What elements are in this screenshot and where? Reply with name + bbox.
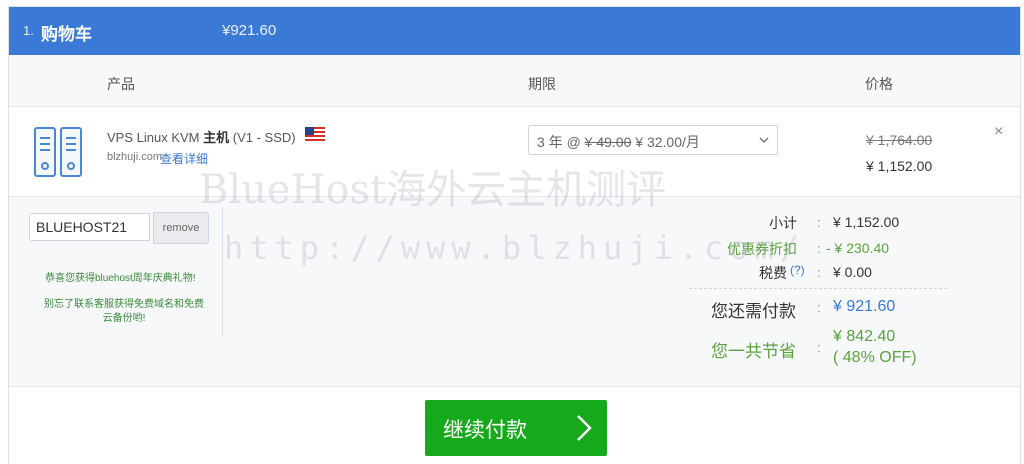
view-details-link[interactable]: 查看详细: [160, 150, 208, 167]
discount-value: - ¥ 230.40: [826, 240, 890, 256]
continue-payment-label: 继续付款: [443, 418, 527, 442]
cart-title: 购物车: [41, 25, 92, 44]
promo-message: 恭喜您获得bluehost周年庆典礼物!: [45, 273, 196, 284]
current-price: ¥ 1,152.00: [866, 158, 933, 174]
totals-separator: [689, 288, 947, 289]
shopping-cart-panel: 1. 购物车 ¥921.60 产品 期限 价格 VPS Linux KVM 主机…: [8, 6, 1021, 464]
continue-payment-button[interactable]: 继续付款: [425, 400, 607, 456]
us-flag-icon: [305, 127, 325, 141]
step-number: 1.: [23, 23, 34, 38]
column-period: 期限: [528, 76, 556, 92]
period-old-price: ¥ 49.00: [584, 134, 632, 150]
summary-divider: [222, 207, 223, 337]
cart-header: 1. 购物车 ¥921.60: [9, 7, 1020, 55]
original-price: ¥ 1,764.00: [866, 132, 933, 148]
amount-due-label: 您还需付款: [711, 302, 796, 321]
product-domain: blzhuji.com: [107, 151, 163, 163]
server-icon: [34, 127, 82, 177]
amount-due-value: ¥ 921.60: [833, 298, 896, 315]
column-price: 价格: [865, 76, 893, 92]
total-saved-value: ¥ 842.40: [833, 328, 896, 345]
tax-value: ¥ 0.00: [833, 264, 872, 280]
column-headers: 产品 期限 价格: [9, 55, 1020, 107]
promo-note: 别忘了联系客服获得免费域名和免费云备份哟!: [44, 299, 204, 324]
tax-help-icon[interactable]: (?): [790, 263, 805, 277]
cart-total: ¥921.60: [222, 22, 277, 39]
colon: :: [817, 215, 821, 230]
product-name: VPS Linux KVM 主机 (V1 - SSD): [107, 130, 296, 145]
colon: :: [817, 340, 821, 355]
subtotal-value: ¥ 1,152.00: [833, 214, 900, 230]
remove-item-close-icon[interactable]: ×: [994, 123, 1003, 141]
tax-label: 税费: [759, 265, 787, 281]
order-summary: remove 恭喜您获得bluehost周年庆典礼物! 别忘了联系客服获得免费域…: [9, 197, 1020, 387]
chevron-down-icon: [759, 137, 769, 144]
discount-label: 优惠券折扣: [727, 241, 797, 257]
remove-coupon-button[interactable]: remove: [153, 212, 209, 244]
colon: :: [817, 300, 821, 315]
colon: :: [817, 241, 821, 256]
chevron-right-icon: [577, 415, 592, 441]
checkout-area: 继续付款: [9, 388, 1020, 464]
subtotal-label: 小计: [769, 215, 797, 231]
coupon-code-input[interactable]: [29, 213, 150, 241]
period-select[interactable]: 3 年 @ ¥ 49.00 ¥ 32.00/月: [528, 125, 778, 155]
column-product: 产品: [107, 76, 135, 92]
total-saved-label: 您一共节省: [711, 342, 796, 361]
cart-item-row: VPS Linux KVM 主机 (V1 - SSD) blzhuji.com …: [9, 107, 1020, 197]
colon: :: [817, 265, 821, 280]
saved-percent: ( 48% OFF): [833, 349, 917, 366]
